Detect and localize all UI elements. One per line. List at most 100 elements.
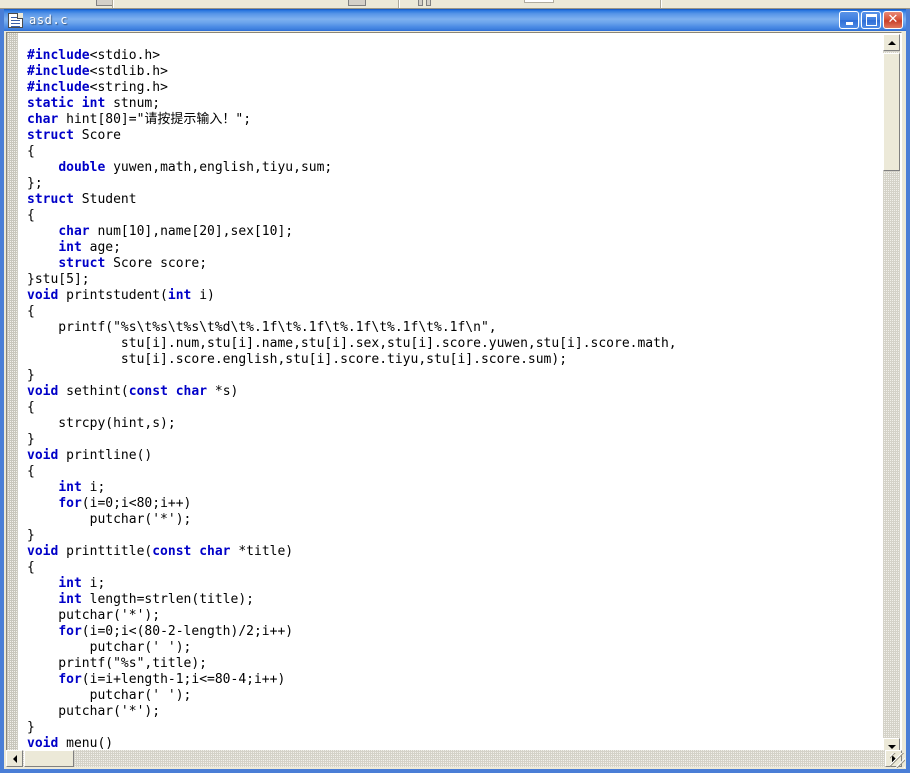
- code-token: {: [27, 560, 35, 575]
- code-token: #include: [27, 48, 90, 63]
- client-area: #include<stdio.h> #include<stdlib.h> #in…: [4, 31, 906, 769]
- code-token: char: [58, 224, 90, 239]
- code-token: char: [27, 112, 59, 127]
- code-token: <stdlib.h>: [89, 64, 168, 79]
- code-token: printline(): [58, 448, 153, 463]
- code-token: putchar('*');: [27, 512, 192, 527]
- toolbar-icon-fragment-2[interactable]: [348, 0, 366, 6]
- resize-grip[interactable]: [890, 753, 905, 768]
- code-token: {: [27, 304, 35, 319]
- triangle-left-icon: [12, 754, 17, 763]
- document-icon: [8, 12, 23, 28]
- code-token: (i=0;i<80;i++): [81, 496, 192, 511]
- code-token: double: [58, 160, 106, 175]
- parent-toolbar-strip: [0, 0, 910, 9]
- scroll-left-arrow-icon[interactable]: [6, 750, 23, 767]
- close-button[interactable]: ✕: [883, 11, 903, 29]
- code-token: int: [58, 240, 82, 255]
- code-token: const: [128, 384, 168, 399]
- code-token: #include: [27, 64, 90, 79]
- code-token: #include: [27, 80, 90, 95]
- code-token: }: [27, 528, 35, 543]
- code-token: Score score;: [105, 256, 208, 271]
- code-token: void: [27, 736, 59, 751]
- code-token: <stdio.h>: [89, 48, 161, 63]
- code-token: void: [27, 448, 59, 463]
- code-token: int: [81, 96, 106, 111]
- code-token: {: [27, 464, 35, 479]
- window-frame: asd.c ✕ #include<stdio.h> #include<stdli…: [0, 9, 910, 773]
- maximize-button[interactable]: [861, 11, 881, 29]
- mdi-child-window: asd.c ✕ #include<stdio.h> #include<stdli…: [0, 9, 910, 773]
- code-token: putchar(' ');: [27, 688, 192, 703]
- code-token: {: [27, 144, 35, 159]
- code-token: printstudent(: [58, 288, 168, 303]
- code-token: Student: [73, 192, 137, 207]
- code-token: struct: [58, 256, 106, 271]
- code-token: for: [58, 496, 82, 511]
- code-token: struct: [27, 128, 74, 143]
- code-token: for: [58, 672, 82, 687]
- code-token: (i=0;i<(80-2-length)/2;i++): [81, 624, 294, 639]
- code-token: putchar(' ');: [27, 640, 192, 655]
- code-token: void: [27, 288, 59, 303]
- code-token: int: [58, 576, 82, 591]
- code-token: int: [58, 480, 82, 495]
- toolbar-icon-fragment-4[interactable]: [426, 0, 431, 6]
- code-token: putchar('*');: [27, 608, 161, 623]
- code-token: i): [191, 288, 215, 303]
- code-token: length=strlen(title);: [81, 592, 254, 607]
- code-token: i;: [81, 576, 106, 591]
- code-token: hint[80]="请按提示输入！";: [58, 112, 252, 127]
- title-bar[interactable]: asd.c ✕: [4, 9, 906, 31]
- code-token: menu(): [58, 736, 114, 751]
- code-token: void: [27, 384, 59, 399]
- toolbar-icon-fragment-3[interactable]: [418, 0, 423, 6]
- horizontal-scrollbar[interactable]: [6, 750, 902, 767]
- code-token: static: [27, 96, 74, 111]
- vertical-scrollbar-thumb[interactable]: [883, 53, 900, 171]
- code-token: printf("%s",title);: [27, 656, 208, 671]
- code-token: {: [27, 208, 35, 223]
- vertical-scrollbar[interactable]: [883, 34, 900, 755]
- code-token: char: [199, 544, 231, 559]
- scroll-up-arrow-icon[interactable]: [883, 34, 900, 51]
- code-token: *title): [230, 544, 294, 559]
- code-token: i;: [81, 480, 106, 495]
- code-token: };: [27, 176, 43, 191]
- code-token: (i=i+length-1;i<=80-4;i++): [81, 672, 286, 687]
- code-viewport[interactable]: #include<stdio.h> #include<stdlib.h> #in…: [19, 33, 885, 755]
- window-buttons: ✕: [839, 11, 903, 29]
- code-token: stu[i].num,stu[i].name,stu[i].sex,stu[i]…: [27, 336, 677, 351]
- window-title: asd.c: [29, 13, 69, 27]
- code-token: printtitle(: [58, 544, 153, 559]
- code-token: const: [152, 544, 192, 559]
- code-token: <string.h>: [89, 80, 168, 95]
- code-token: for: [58, 624, 82, 639]
- code-token: }: [27, 368, 35, 383]
- code-token: sethint(: [58, 384, 129, 399]
- code-token: void: [27, 544, 59, 559]
- toolbar-field-fragment[interactable]: [524, 0, 554, 3]
- minimize-button[interactable]: [839, 11, 859, 29]
- code-token: char: [175, 384, 208, 399]
- code-token: int: [58, 592, 82, 607]
- code-token: }stu[5];: [27, 272, 90, 287]
- code-token: {: [27, 400, 35, 415]
- code-token: Score: [73, 128, 121, 143]
- code-token: num[10],name[20],sex[10];: [89, 224, 294, 239]
- source-code-text[interactable]: #include<stdio.h> #include<stdlib.h> #in…: [27, 48, 677, 755]
- editor-frame: #include<stdio.h> #include<stdlib.h> #in…: [6, 32, 902, 755]
- editor-gutter: [7, 33, 18, 753]
- horizontal-scrollbar-thumb[interactable]: [24, 750, 74, 767]
